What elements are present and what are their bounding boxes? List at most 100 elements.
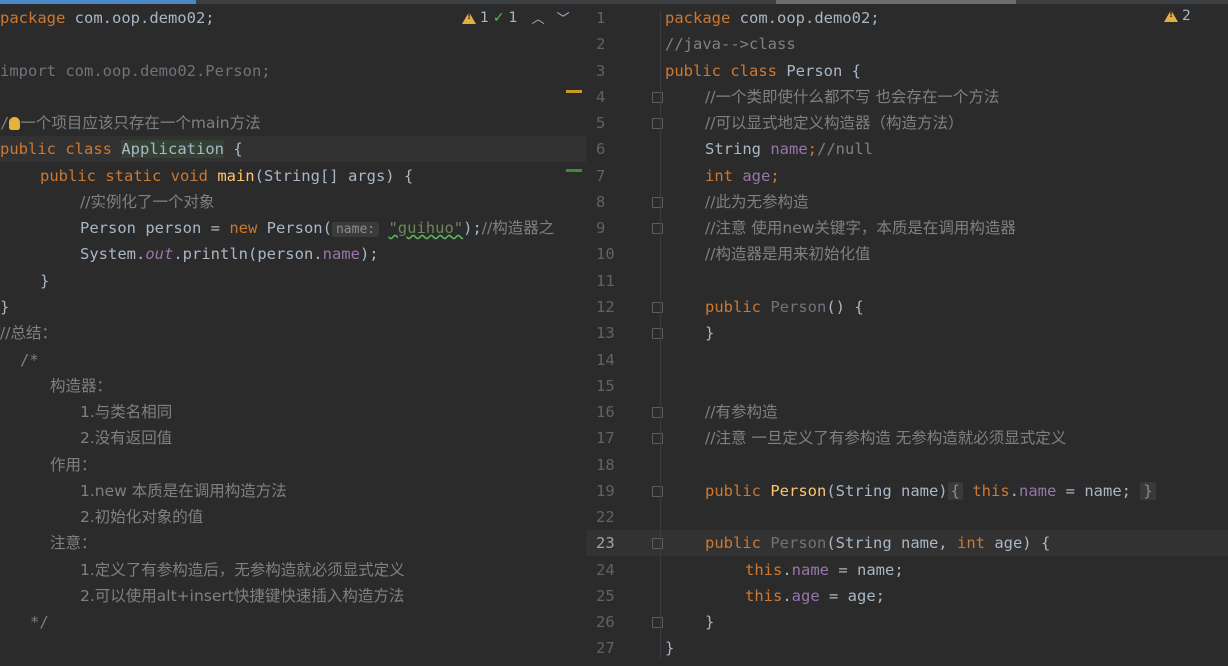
active-tab-indicator xyxy=(776,0,1016,4)
code-line[interactable]: //有参构造 xyxy=(705,399,777,425)
line-number: 11 xyxy=(596,272,615,290)
line-number: 26 xyxy=(596,613,615,631)
fold-icon[interactable] xyxy=(652,302,663,313)
code-line[interactable]: } xyxy=(665,635,674,661)
ok-count: 1 xyxy=(508,9,518,26)
code-line[interactable]: 2.没有返回值 xyxy=(80,425,172,451)
line-number: 5 xyxy=(596,114,606,132)
line-number: 15 xyxy=(596,377,615,395)
line-number: 2 xyxy=(596,35,606,53)
folded-block-open[interactable]: { xyxy=(947,482,963,500)
line-number: 12 xyxy=(596,298,615,316)
line-number: 6 xyxy=(596,140,606,158)
left-editor-pane[interactable]: 1 ✓ 1 ︿ ﹀ package com.oop.demo02; import… xyxy=(0,0,586,666)
code-line[interactable]: public class Application { xyxy=(0,136,243,162)
info-stripe-marker[interactable] xyxy=(566,169,582,172)
inspection-widget[interactable]: 1 ✓ 1 ︿ ﹀ xyxy=(462,8,570,27)
code-line[interactable]: //可以显式地定义构造器（构造方法） xyxy=(705,110,963,136)
fold-icon[interactable] xyxy=(652,617,663,628)
warning-icon xyxy=(462,11,476,24)
line-number: 25 xyxy=(596,587,615,605)
folded-block-close[interactable]: } xyxy=(1140,482,1156,500)
code-line[interactable]: //总结： xyxy=(0,320,57,346)
lightbulb-icon[interactable] xyxy=(9,117,21,130)
code-line[interactable]: } xyxy=(705,320,714,346)
fold-icon[interactable] xyxy=(652,538,663,549)
fold-icon[interactable] xyxy=(652,433,663,444)
code-line[interactable]: //构造器是用来初始化值 xyxy=(705,241,870,267)
line-number: 10 xyxy=(596,245,615,263)
code-line[interactable]: } xyxy=(705,609,714,635)
line-number: 18 xyxy=(596,456,615,474)
code-line[interactable]: 2.可以使用alt+insert快捷键快速插入构造方法 xyxy=(80,583,404,609)
warning-count: 1 xyxy=(480,9,489,26)
code-line[interactable]: 1.与类名相同 xyxy=(80,399,172,425)
code-line[interactable]: 注意： xyxy=(50,530,97,556)
code-line[interactable]: Person person = new Person(name: "guihuo… xyxy=(80,215,554,241)
line-number: 3 xyxy=(596,62,606,80)
fold-icon[interactable] xyxy=(652,118,663,129)
check-icon: ✓ xyxy=(492,9,505,26)
code-line[interactable]: //此为无参构造 xyxy=(705,189,808,215)
fold-icon[interactable] xyxy=(652,223,663,234)
expand-fold-icon[interactable] xyxy=(652,486,663,497)
code-line[interactable]: import com.oop.demo02.Person; xyxy=(0,58,271,84)
code-line[interactable]: this.name = name; xyxy=(745,557,904,583)
line-number: 7 xyxy=(596,167,606,185)
right-editor-pane[interactable]: 2 1 2 3 4 5 6 7 8 9 10 11 12 13 14 15 16… xyxy=(586,0,1228,666)
tab-strip xyxy=(196,0,586,4)
next-highlight-icon[interactable]: ﹀ xyxy=(557,8,570,27)
inspection-widget[interactable]: 2 xyxy=(1164,8,1191,24)
code-line[interactable]: public Person() { xyxy=(705,294,864,320)
code-line[interactable]: / 一个项目应该只存在一个main方法 xyxy=(0,110,261,136)
code-line[interactable]: //java-->class xyxy=(665,31,796,57)
code-line[interactable]: this.age = age; xyxy=(745,583,885,609)
indent-guide xyxy=(660,10,661,660)
code-line[interactable]: //注意 一旦定义了有参构造 无参构造就必须显式定义 xyxy=(705,425,1066,451)
code-line[interactable]: package com.oop.demo02; xyxy=(0,5,215,31)
fold-icon[interactable] xyxy=(652,407,663,418)
code-line[interactable]: int age; xyxy=(705,163,780,189)
code-line[interactable]: } xyxy=(0,294,9,320)
code-line[interactable]: public static void main(String[] args) { xyxy=(40,163,413,189)
code-line[interactable]: String name;//null xyxy=(705,136,873,162)
code-line[interactable]: package com.oop.demo02; xyxy=(665,5,880,31)
line-number: 9 xyxy=(596,219,606,237)
code-line[interactable]: */ xyxy=(30,609,49,635)
line-number: 13 xyxy=(596,324,615,342)
line-number: 19 xyxy=(596,482,615,500)
warning-count: 2 xyxy=(1182,8,1191,24)
line-number: 4 xyxy=(596,88,606,106)
line-number-gutter[interactable]: 1 2 3 4 5 6 7 8 9 10 11 12 13 14 15 16 1… xyxy=(586,0,663,666)
line-number: 14 xyxy=(596,351,615,369)
line-number: 17 xyxy=(596,429,615,447)
parameter-hint: name: xyxy=(331,222,380,237)
previous-highlight-icon[interactable]: ︿ xyxy=(532,8,545,27)
line-number: 16 xyxy=(596,403,615,421)
fold-icon[interactable] xyxy=(652,92,663,103)
code-line[interactable]: public Person(String name, int age) { xyxy=(705,530,1050,556)
code-line[interactable]: 1.定义了有参构造后，无参构造就必须显式定义 xyxy=(80,557,405,583)
code-line[interactable]: public class Person { xyxy=(665,58,861,84)
warning-stripe-marker[interactable] xyxy=(566,90,582,93)
line-number: 27 xyxy=(596,639,615,657)
line-number: 1 xyxy=(596,9,606,27)
fold-icon[interactable] xyxy=(652,197,663,208)
code-line[interactable]: System.out.println(person.name); xyxy=(80,241,379,267)
warning-icon xyxy=(1164,10,1178,22)
active-tab-indicator xyxy=(0,0,196,4)
code-line[interactable]: 1.new 本质是在调用构造方法 xyxy=(80,478,287,504)
code-line[interactable]: /* xyxy=(20,347,39,373)
code-line[interactable]: 构造器： xyxy=(50,373,112,399)
fold-icon[interactable] xyxy=(652,328,663,339)
code-line[interactable]: } xyxy=(40,268,49,294)
code-line[interactable]: 作用： xyxy=(50,452,97,478)
line-number: 22 xyxy=(596,508,615,526)
code-line[interactable]: public Person(String name){ this.name = … xyxy=(705,478,1156,504)
line-number: 23 xyxy=(596,534,615,552)
line-number: 24 xyxy=(596,561,615,579)
code-line[interactable]: 2.初始化对象的值 xyxy=(80,504,203,530)
code-line[interactable]: //注意 使用new关键字，本质是在调用构造器 xyxy=(705,215,1016,241)
code-line[interactable]: //一个类即使什么都不写 也会存在一个方法 xyxy=(705,84,999,110)
code-line[interactable]: //实例化了一个对象 xyxy=(80,189,214,215)
